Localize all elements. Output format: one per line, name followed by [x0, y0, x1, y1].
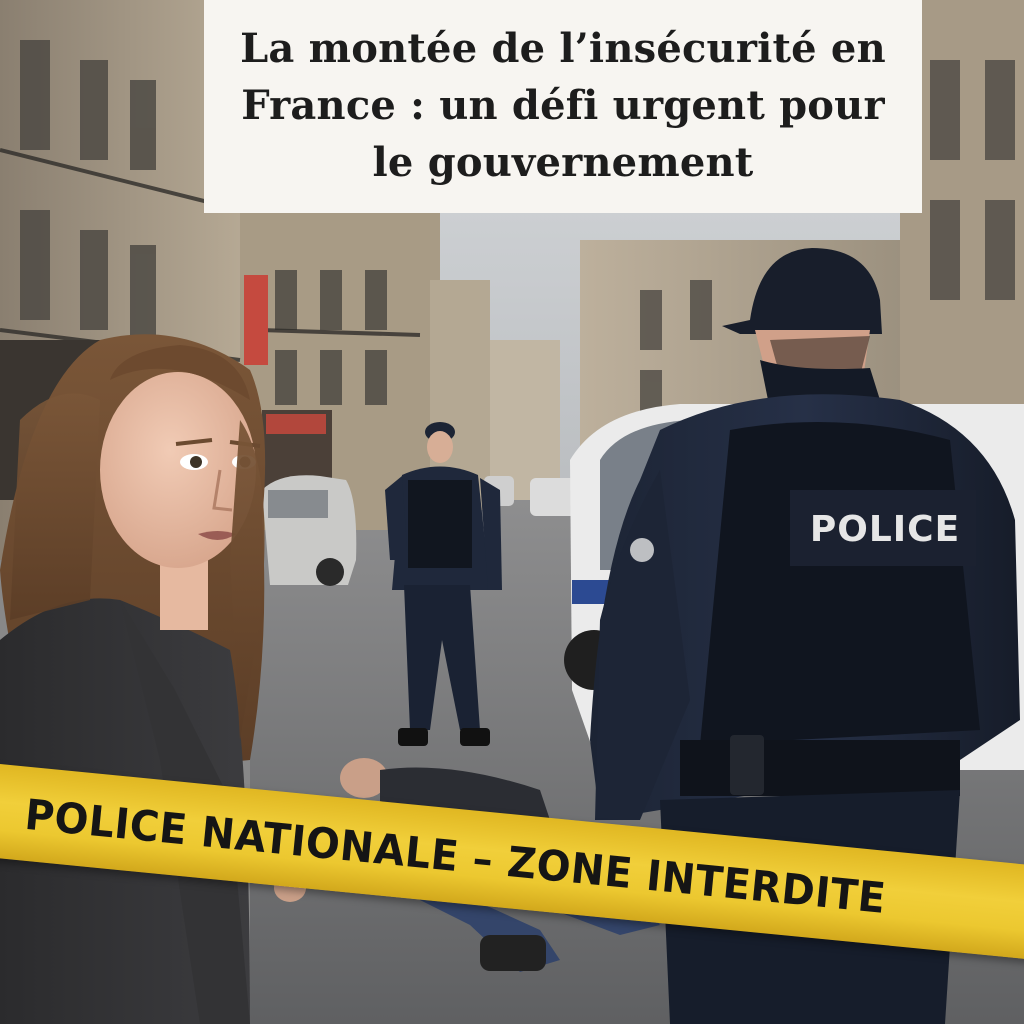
headline-title: La montée de l’insécurité en France : un…	[240, 25, 886, 186]
headline-box: La montée de l’insécurité en France : un…	[204, 0, 922, 213]
police-vest-label: POLICE	[794, 496, 976, 562]
woman	[0, 334, 266, 1024]
news-image: La montée de l’insécurité en France : un…	[0, 0, 1024, 1024]
